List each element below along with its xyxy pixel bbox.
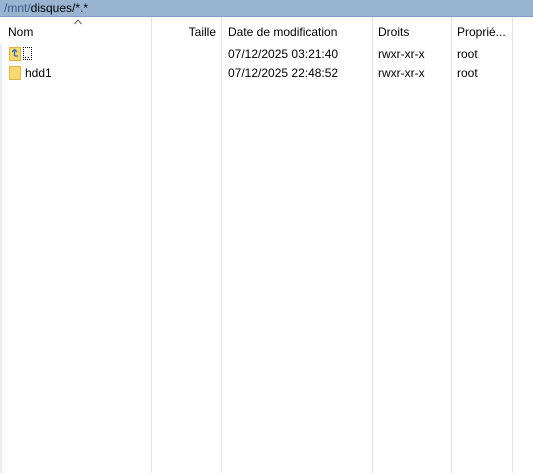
parent-folder-icon bbox=[9, 47, 21, 61]
column-header-row: Nom Taille Date de modification Droits P… bbox=[0, 17, 533, 44]
panel-left-border bbox=[0, 17, 2, 473]
file-name: .. bbox=[23, 47, 32, 61]
column-divider-rights[interactable] bbox=[451, 17, 452, 473]
column-header-name[interactable]: Nom bbox=[8, 17, 148, 44]
column-divider-owner[interactable] bbox=[512, 17, 513, 473]
file-owner: root bbox=[457, 66, 478, 80]
column-header-owner[interactable]: Proprié... bbox=[457, 17, 509, 44]
file-row-hdd1[interactable]: hdd1 07/12/2025 22:48:52 rwxr-xr-x root bbox=[0, 64, 533, 83]
column-divider-name[interactable] bbox=[151, 17, 152, 473]
file-rights: rwxr-xr-x bbox=[378, 47, 425, 61]
file-panel: /mnt/disques/*.* Nom Taille Date de modi… bbox=[0, 0, 533, 473]
file-row-parent[interactable]: .. 07/12/2025 03:21:40 rwxr-xr-x root bbox=[0, 45, 533, 64]
folder-icon bbox=[9, 66, 21, 80]
column-header-size[interactable]: Taille bbox=[152, 17, 216, 44]
file-rights: rwxr-xr-x bbox=[378, 66, 425, 80]
column-header-rights[interactable]: Droits bbox=[378, 17, 450, 44]
path-parent-segment[interactable]: /mnt/ bbox=[4, 1, 31, 15]
file-size bbox=[152, 45, 216, 64]
file-size bbox=[152, 64, 216, 83]
path-bar[interactable]: /mnt/disques/*.* bbox=[0, 0, 533, 17]
column-divider-size[interactable] bbox=[221, 17, 222, 473]
file-modified: 07/12/2025 22:48:52 bbox=[228, 66, 339, 80]
file-modified: 07/12/2025 03:21:40 bbox=[228, 47, 339, 61]
column-divider-modified[interactable] bbox=[372, 17, 373, 473]
file-owner: root bbox=[457, 47, 478, 61]
column-header-modified[interactable]: Date de modification bbox=[228, 17, 370, 44]
path-current-segment: disques/*.* bbox=[30, 1, 89, 15]
file-name: hdd1 bbox=[25, 66, 52, 80]
